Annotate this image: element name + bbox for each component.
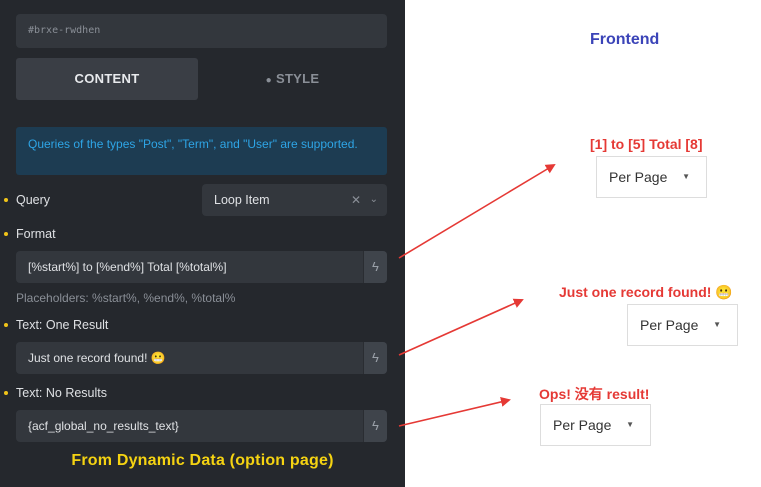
one-result-input[interactable]: Just one record found! 😬 ϟ (16, 342, 387, 374)
footer-note: From Dynamic Data (option page) (71, 452, 334, 469)
query-label-text: Query (16, 193, 51, 207)
one-result-label: Text: One Result (4, 318, 109, 332)
format-input-value: [%start%] to [%end%] Total [%total%] (28, 260, 227, 274)
query-select[interactable]: Loop Item ✕ ⌄ (202, 184, 387, 216)
chevron-down-icon[interactable]: ⌄ (370, 184, 378, 216)
per-page-select-2[interactable]: Per Page ▼ (627, 304, 738, 346)
per-page-select-1[interactable]: Per Page ▼ (596, 156, 707, 198)
dot-icon: ● (265, 75, 272, 86)
bullet-icon (4, 323, 8, 327)
format-label-text: Format (16, 227, 56, 241)
per-page-select-3[interactable]: Per Page ▼ (540, 404, 651, 446)
no-results-label: Text: No Results (4, 386, 108, 400)
no-results-input-value: {acf_global_no_results_text} (28, 419, 179, 433)
tab-content[interactable]: CONTENT (16, 58, 198, 100)
arrow-format (398, 163, 556, 259)
bullet-icon (4, 391, 8, 395)
no-results-input[interactable]: {acf_global_no_results_text} ϟ (16, 410, 387, 442)
tab-style-label: STYLE (275, 71, 320, 86)
one-result-input-value: Just one record found! 😬 (28, 351, 166, 365)
per-page-label: Per Page (640, 317, 699, 333)
bullet-icon (4, 232, 8, 236)
arrow-no-results (398, 396, 511, 427)
arrow-one-result (398, 298, 524, 356)
close-icon[interactable]: ✕ (351, 184, 361, 216)
placeholders-hint: Placeholders: %start%, %end%, %total% (16, 291, 236, 305)
format-input[interactable]: [%start%] to [%end%] Total [%total%] ϟ (16, 251, 387, 283)
tab-style[interactable]: ● STYLE (198, 58, 387, 100)
per-page-label: Per Page (609, 169, 668, 185)
bolt-icon[interactable]: ϟ (363, 342, 387, 374)
no-results-label-text: Text: No Results (16, 386, 108, 400)
caret-down-icon: ▼ (682, 172, 690, 181)
query-select-value: Loop Item (214, 193, 270, 207)
result-text-1: [1] to [5] Total [8] (590, 136, 703, 152)
one-result-label-text: Text: One Result (16, 318, 109, 332)
caret-down-icon: ▼ (626, 420, 634, 429)
element-id-field[interactable]: #brxe-rwdhen (16, 14, 387, 48)
query-info-notice: Queries of the types "Post", "Term", and… (16, 127, 387, 175)
bullet-icon (4, 198, 8, 202)
caret-down-icon: ▼ (713, 320, 721, 329)
builder-panel: #brxe-rwdhen CONTENT ● STYLE Queries of t… (0, 0, 405, 487)
format-label: Format (4, 227, 56, 241)
result-text-3: Ops! 没有 result! (539, 386, 650, 402)
frontend-title: Frontend (590, 31, 660, 48)
bolt-icon[interactable]: ϟ (363, 251, 387, 283)
per-page-label: Per Page (553, 417, 612, 433)
bolt-icon[interactable]: ϟ (363, 410, 387, 442)
query-label: Query (4, 193, 51, 207)
result-text-2: Just one record found! 😬 (559, 284, 733, 300)
